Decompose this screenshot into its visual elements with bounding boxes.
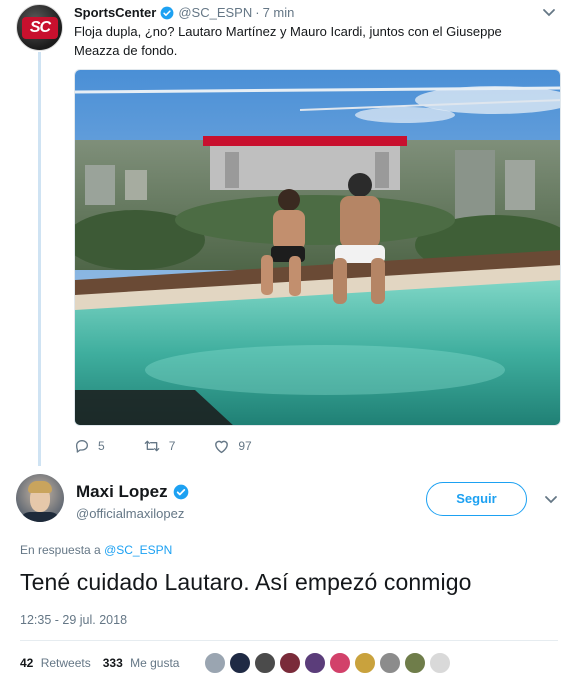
retweet-icon (144, 440, 160, 452)
sportscenter-logo: SC (22, 17, 58, 39)
divider (20, 640, 558, 641)
likers-avatars (204, 652, 454, 674)
chevron-down-icon[interactable] (542, 8, 556, 18)
reply-author-row: Maxi Lopez (76, 482, 193, 502)
author-name[interactable]: SportsCenter (74, 5, 156, 20)
retweets-stat[interactable]: 42 Retweets (20, 656, 91, 670)
tweet-header: SportsCenter @SC_ESPN · 7 min (74, 5, 294, 20)
reply-icon (76, 440, 88, 453)
reply-author-name[interactable]: Maxi Lopez (76, 482, 168, 502)
retweet-action[interactable]: 7 (143, 438, 176, 454)
reply-author-handle[interactable]: @officialmaxilopez (76, 506, 184, 521)
like-count: 97 (238, 439, 252, 453)
tweet-time[interactable]: 7 min (263, 5, 295, 20)
avatar-hair (28, 481, 52, 493)
author-handle[interactable]: @SC_ESPN (178, 5, 252, 20)
reply-action[interactable]: 5 (74, 438, 105, 454)
liker-avatar[interactable] (304, 652, 326, 674)
likes-stat[interactable]: 333 Me gusta (103, 656, 180, 670)
liker-avatar[interactable] (254, 652, 276, 674)
separator-dot: · (255, 5, 260, 20)
liker-avatar[interactable] (329, 652, 351, 674)
verified-badge-icon (160, 6, 174, 19)
retweets-count: 42 (20, 656, 34, 670)
sportscenter-avatar[interactable]: SC (16, 4, 63, 51)
maxi-lopez-avatar[interactable] (16, 474, 64, 522)
tweet-photo[interactable] (74, 69, 561, 426)
tweet-actions: 5 7 97 (74, 438, 290, 454)
reply-text: Tené cuidado Lautaro. Así empezó conmigo (20, 569, 472, 595)
thread-connector-line (38, 52, 41, 466)
rooftop-pool-photo (75, 70, 560, 425)
liker-avatar[interactable] (279, 652, 301, 674)
reply-stats: 42 Retweets 333 Me gusta (20, 656, 191, 670)
liker-avatar[interactable] (429, 652, 451, 674)
likes-label: Me gusta (130, 656, 180, 670)
liker-avatar[interactable] (204, 652, 226, 674)
in-reply-prefix: En respuesta a (20, 543, 101, 557)
liker-avatar[interactable] (404, 652, 426, 674)
avatar-shirt (20, 512, 60, 522)
reply-count: 5 (98, 439, 105, 453)
retweet-count: 7 (168, 439, 176, 453)
in-reply-mention-link[interactable]: @SC_ESPN (104, 543, 172, 557)
reply-timestamp[interactable]: 12:35 - 29 jul. 2018 (20, 613, 127, 627)
liker-avatar[interactable] (379, 652, 401, 674)
liker-avatar[interactable] (229, 652, 251, 674)
tweet-text: Floja dupla, ¿no? Lautaro Martínez y Mau… (74, 24, 502, 58)
verified-badge-icon (173, 484, 188, 500)
in-reply-to: En respuesta a @SC_ESPN (20, 543, 172, 557)
like-icon (215, 440, 229, 454)
likes-count: 333 (102, 656, 123, 670)
chevron-down-icon[interactable] (544, 495, 558, 505)
follow-button[interactable]: Seguir (426, 482, 527, 516)
liker-avatar[interactable] (354, 652, 376, 674)
like-action[interactable]: 97 (213, 438, 252, 454)
retweets-label: Retweets (40, 656, 91, 670)
